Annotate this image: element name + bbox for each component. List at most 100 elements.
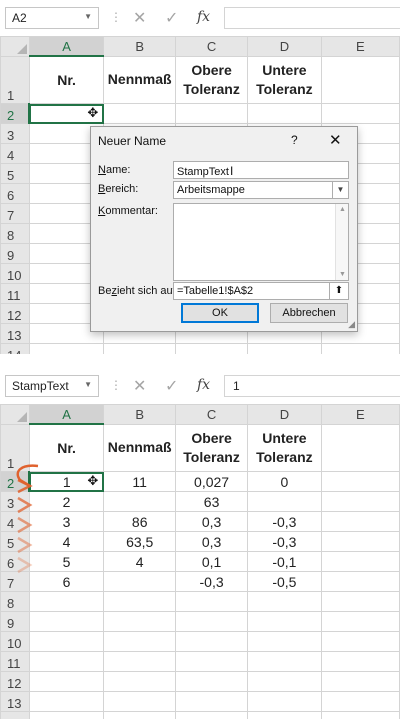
- cell[interactable]: [28, 611, 105, 632]
- cell[interactable]: [246, 671, 322, 692]
- close-icon[interactable]: ✕: [329, 131, 342, 149]
- cell[interactable]: [246, 711, 322, 719]
- cell[interactable]: [320, 491, 400, 512]
- cancel-entry-icon[interactable]: ✕: [133, 8, 146, 28]
- row-header[interactable]: 13: [0, 323, 30, 344]
- cell[interactable]: [320, 611, 400, 632]
- cancel-button[interactable]: Abbrechen: [270, 303, 348, 323]
- cell-obere-toleranz[interactable]: 0,1: [175, 551, 248, 572]
- cell-untere-toleranz[interactable]: 0: [246, 471, 322, 492]
- row-header[interactable]: 6: [0, 183, 30, 204]
- header-cell-nennmass[interactable]: Nennmaß: [103, 55, 177, 104]
- cell[interactable]: [103, 691, 177, 712]
- cell-nr[interactable]: 6: [28, 571, 105, 592]
- cell-nennmass[interactable]: 11: [103, 471, 177, 492]
- cell-nennmass[interactable]: 63,5: [103, 531, 177, 552]
- row-header[interactable]: 2: [0, 103, 31, 124]
- cell[interactable]: [175, 591, 248, 612]
- cell[interactable]: [320, 551, 400, 572]
- scope-select[interactable]: Arbeitsmappe ▼: [173, 181, 349, 199]
- enter-check-icon[interactable]: ✓: [165, 8, 178, 28]
- cell[interactable]: [320, 531, 400, 552]
- cell[interactable]: [103, 651, 177, 672]
- row-header[interactable]: 12: [0, 303, 30, 324]
- header-cell-obere-toleranz[interactable]: Obere Toleranz: [175, 423, 248, 472]
- cell[interactable]: [175, 671, 248, 692]
- cell-untere-toleranz[interactable]: -0,1: [246, 551, 322, 572]
- column-header-d[interactable]: D: [246, 36, 322, 57]
- cell[interactable]: [320, 671, 400, 692]
- cell[interactable]: [103, 671, 177, 692]
- header-cell-e[interactable]: [320, 423, 400, 472]
- cell[interactable]: [246, 343, 322, 354]
- column-header-a[interactable]: A: [28, 36, 105, 57]
- cell[interactable]: [175, 651, 248, 672]
- header-cell-e[interactable]: [320, 55, 400, 104]
- cancel-entry-icon[interactable]: ✕: [133, 376, 146, 396]
- cell-obere-toleranz[interactable]: -0,3: [175, 571, 248, 592]
- cell-obere-toleranz[interactable]: 0,027: [175, 471, 248, 492]
- row-header[interactable]: 12: [0, 671, 30, 692]
- cell[interactable]: [320, 691, 400, 712]
- cell-nennmass[interactable]: [103, 491, 177, 512]
- cell[interactable]: [320, 343, 400, 354]
- insert-function-icon[interactable]: fx: [197, 9, 210, 25]
- formula-input[interactable]: 1: [224, 375, 400, 397]
- column-header-e[interactable]: E: [320, 36, 400, 57]
- cell[interactable]: [28, 631, 105, 652]
- refers-to-input[interactable]: =Tabelle1!$A$2 ⬆: [173, 282, 349, 300]
- cell[interactable]: [320, 711, 400, 719]
- header-cell-nr[interactable]: Nr.: [28, 55, 105, 104]
- header-cell-untere-toleranz[interactable]: Untere Toleranz: [246, 423, 322, 472]
- cell[interactable]: [175, 103, 248, 124]
- cell-nr[interactable]: 2: [28, 491, 105, 512]
- row-header[interactable]: 13: [0, 691, 30, 712]
- header-cell-obere-toleranz[interactable]: Obere Toleranz: [175, 55, 248, 104]
- header-cell-untere-toleranz[interactable]: Untere Toleranz: [246, 55, 322, 104]
- enter-check-icon[interactable]: ✓: [165, 376, 178, 396]
- cell-nennmass[interactable]: [103, 571, 177, 592]
- cell[interactable]: [246, 611, 322, 632]
- header-cell-nennmass[interactable]: Nennmaß: [103, 423, 177, 472]
- row-header[interactable]: 1: [0, 55, 30, 104]
- ok-button[interactable]: OK: [181, 303, 259, 323]
- name-input[interactable]: StampTextI: [173, 161, 349, 179]
- row-header[interactable]: 5: [0, 163, 30, 184]
- cell[interactable]: [175, 631, 248, 652]
- row-header[interactable]: 14: [0, 711, 30, 719]
- chevron-down-icon[interactable]: ▼: [84, 12, 92, 21]
- cell[interactable]: [28, 651, 105, 672]
- resize-grip-icon[interactable]: ◢: [348, 319, 355, 330]
- cell[interactable]: [103, 631, 177, 652]
- column-header-b[interactable]: B: [103, 36, 177, 57]
- formula-input[interactable]: [224, 7, 400, 29]
- cell[interactable]: [103, 711, 177, 719]
- name-box[interactable]: StampText ▼: [5, 375, 99, 397]
- row-header[interactable]: 7: [0, 571, 30, 592]
- row-header[interactable]: 10: [0, 263, 30, 284]
- scroll-down-icon[interactable]: ▼: [339, 271, 346, 278]
- cell[interactable]: [28, 691, 105, 712]
- column-header-c[interactable]: C: [175, 36, 248, 57]
- cell[interactable]: [28, 591, 105, 612]
- collapse-dialog-icon[interactable]: ⬆: [329, 283, 348, 299]
- cell[interactable]: [246, 651, 322, 672]
- cell[interactable]: [28, 343, 105, 354]
- cell[interactable]: [320, 471, 400, 492]
- insert-function-icon[interactable]: fx: [197, 377, 210, 393]
- help-button[interactable]: ?: [291, 133, 298, 147]
- cell-nennmass[interactable]: 86: [103, 511, 177, 532]
- row-header[interactable]: 6: [0, 551, 30, 572]
- cell[interactable]: [320, 511, 400, 532]
- column-header-c[interactable]: C: [175, 404, 248, 425]
- cell[interactable]: [246, 591, 322, 612]
- comment-textarea[interactable]: ▲ ▼: [173, 203, 349, 281]
- row-header[interactable]: 7: [0, 203, 30, 224]
- cell[interactable]: [175, 711, 248, 719]
- cell[interactable]: [103, 611, 177, 632]
- column-header-b[interactable]: B: [103, 404, 177, 425]
- cell-obere-toleranz[interactable]: 0,3: [175, 531, 248, 552]
- row-header[interactable]: 2: [0, 471, 31, 492]
- row-header[interactable]: 1: [0, 423, 30, 472]
- cell-nr[interactable]: 4: [28, 531, 105, 552]
